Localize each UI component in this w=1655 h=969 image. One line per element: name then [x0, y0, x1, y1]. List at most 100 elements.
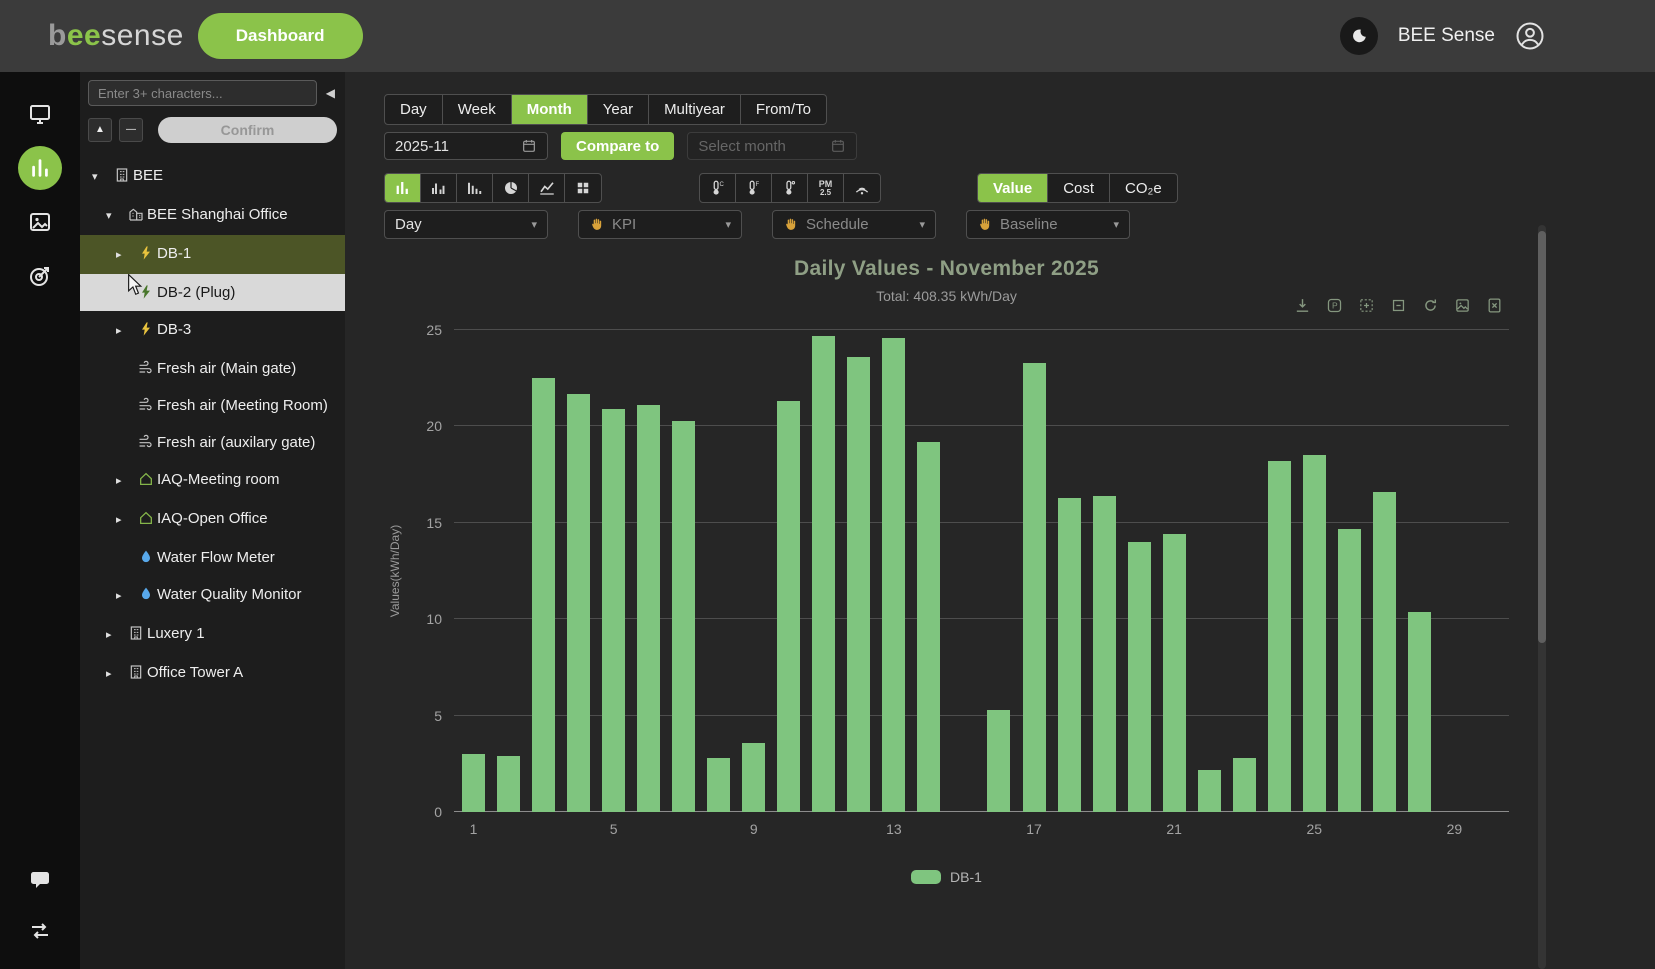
- chevron-right-icon[interactable]: ▸: [106, 662, 124, 685]
- confirm-button[interactable]: Confirm: [158, 117, 337, 143]
- rail-images-button[interactable]: [18, 200, 62, 244]
- tree-item-luxery-1[interactable]: ▸Luxery 1: [80, 615, 345, 654]
- vertical-scrollbar[interactable]: [1538, 225, 1546, 969]
- bar-day-6[interactable]: [637, 405, 660, 812]
- chart-type-line-button[interactable]: [529, 174, 565, 202]
- tree-item-db-1[interactable]: ▸DB-1: [80, 235, 345, 274]
- bar-day-21[interactable]: [1163, 534, 1186, 812]
- bar-day-24[interactable]: [1268, 461, 1291, 812]
- tab-day[interactable]: Day: [385, 95, 443, 124]
- refresh-button[interactable]: [1422, 297, 1439, 314]
- dashboard-button[interactable]: Dashboard: [198, 13, 363, 59]
- scrollbar-thumb[interactable]: [1538, 231, 1546, 643]
- tree-item-fresh-air-meeting-room[interactable]: Fresh air (Meeting Room): [80, 387, 345, 424]
- chevron-right-icon[interactable]: ▸: [116, 469, 134, 492]
- reset-zoom-button[interactable]: [1390, 297, 1407, 314]
- bar-day-8[interactable]: [707, 758, 730, 812]
- baseline-select[interactable]: Baseline ▾: [966, 210, 1130, 239]
- bar-day-17[interactable]: [1023, 363, 1046, 812]
- bar-day-25[interactable]: [1303, 455, 1326, 812]
- bar-day-27[interactable]: [1373, 492, 1396, 812]
- bar-day-5[interactable]: [602, 409, 625, 812]
- chart-type-heatmap-button[interactable]: [565, 174, 601, 202]
- theme-toggle-button[interactable]: [1340, 17, 1378, 55]
- rail-analytics-button[interactable]: [18, 146, 62, 190]
- bar-day-16[interactable]: [987, 710, 1010, 812]
- bar-day-7[interactable]: [672, 421, 695, 812]
- unit-value-button[interactable]: Value: [978, 174, 1048, 202]
- tree-collapse-all-button[interactable]: —: [119, 118, 143, 142]
- tree-item-bee-shanghai-office[interactable]: ▾BEE Shanghai Office: [80, 196, 345, 235]
- unit-co2e-button[interactable]: CO₂e: [1110, 174, 1177, 202]
- download-button[interactable]: [1294, 297, 1311, 314]
- compare-to-button[interactable]: Compare to: [561, 132, 674, 160]
- chart-type-grouped-bar-button[interactable]: [421, 174, 457, 202]
- chevron-right-icon[interactable]: ▸: [116, 584, 134, 607]
- month-picker[interactable]: 2025-11: [384, 132, 548, 160]
- signal-button[interactable]: [844, 174, 880, 202]
- bar-day-26[interactable]: [1338, 529, 1361, 812]
- bar-day-23[interactable]: [1233, 758, 1256, 812]
- bar-day-11[interactable]: [812, 336, 835, 812]
- kpi-select[interactable]: KPI ▾: [578, 210, 742, 239]
- tab-multiyear[interactable]: Multiyear: [649, 95, 741, 124]
- print-button[interactable]: P: [1326, 297, 1343, 314]
- chevron-down-icon[interactable]: ▾: [92, 165, 110, 188]
- rail-feedback-button[interactable]: [18, 857, 62, 901]
- bar-day-9[interactable]: [742, 743, 765, 812]
- chart-legend[interactable]: DB-1: [384, 869, 1509, 885]
- bar-day-14[interactable]: [917, 442, 940, 812]
- tree-item-fresh-air-main-gate[interactable]: Fresh air (Main gate): [80, 350, 345, 387]
- bar-day-1[interactable]: [462, 754, 485, 812]
- unit-cost-button[interactable]: Cost: [1048, 174, 1110, 202]
- image-export-button[interactable]: [1454, 297, 1471, 314]
- tree-item-water-flow-meter[interactable]: Water Flow Meter: [80, 539, 345, 576]
- chevron-right-icon[interactable]: ▸: [116, 508, 134, 531]
- bar-day-12[interactable]: [847, 357, 870, 812]
- bar-day-3[interactable]: [532, 378, 555, 812]
- tab-week[interactable]: Week: [443, 95, 512, 124]
- search-input[interactable]: [88, 80, 317, 106]
- excel-export-button[interactable]: [1486, 297, 1503, 314]
- bar-day-10[interactable]: [777, 401, 800, 812]
- tab-year[interactable]: Year: [588, 95, 649, 124]
- thermometer-button[interactable]: [772, 174, 808, 202]
- tree-item-iaq-open-office[interactable]: ▸IAQ-Open Office: [80, 500, 345, 539]
- zoom-selection-button[interactable]: [1358, 297, 1375, 314]
- bar-day-28[interactable]: [1408, 612, 1431, 813]
- schedule-select[interactable]: Schedule ▾: [772, 210, 936, 239]
- pm25-button[interactable]: PM2.5: [808, 174, 844, 202]
- chart-type-histogram-button[interactable]: [457, 174, 493, 202]
- chevron-right-icon[interactable]: ▸: [116, 319, 134, 342]
- bar-day-19[interactable]: [1093, 496, 1116, 812]
- thermometer-celsius-button[interactable]: C: [700, 174, 736, 202]
- bar-day-22[interactable]: [1198, 770, 1221, 812]
- tree-item-bee[interactable]: ▾BEE: [80, 157, 345, 196]
- bar-day-13[interactable]: [882, 338, 905, 812]
- bar-day-18[interactable]: [1058, 498, 1081, 812]
- compare-month-picker[interactable]: Select month: [687, 132, 857, 160]
- bar-day-2[interactable]: [497, 756, 520, 812]
- bar-day-20[interactable]: [1128, 542, 1151, 812]
- chevron-down-icon[interactable]: ▾: [106, 204, 124, 227]
- rail-target-button[interactable]: [18, 254, 62, 298]
- granularity-select[interactable]: Day ▾: [384, 210, 548, 239]
- chevron-right-icon[interactable]: ▸: [116, 243, 134, 266]
- chevron-right-icon[interactable]: ▸: [106, 623, 124, 646]
- tree-item-office-tower-a[interactable]: ▸Office Tower A: [80, 654, 345, 693]
- thermometer-fahrenheit-button[interactable]: F: [736, 174, 772, 202]
- tree-item-fresh-air-auxilary-gate[interactable]: Fresh air (auxilary gate): [80, 424, 345, 461]
- tree-item-db-3[interactable]: ▸DB-3: [80, 311, 345, 350]
- bar-day-4[interactable]: [567, 394, 590, 812]
- tab-fromto[interactable]: From/To: [741, 95, 826, 124]
- rail-transfer-button[interactable]: [18, 909, 62, 953]
- chart-type-pie-button[interactable]: [493, 174, 529, 202]
- tab-month[interactable]: Month: [512, 95, 588, 124]
- tree-scroll-up-button[interactable]: ▲: [88, 118, 112, 142]
- chart-type-bar-button[interactable]: [385, 174, 421, 202]
- sidebar-collapse-button[interactable]: ◀: [324, 84, 337, 102]
- account-button[interactable]: [1515, 21, 1545, 51]
- tree-item-db-2-plug[interactable]: DB-2 (Plug): [80, 274, 345, 311]
- rail-monitor-button[interactable]: [18, 92, 62, 136]
- tree-item-iaq-meeting-room[interactable]: ▸IAQ-Meeting room: [80, 461, 345, 500]
